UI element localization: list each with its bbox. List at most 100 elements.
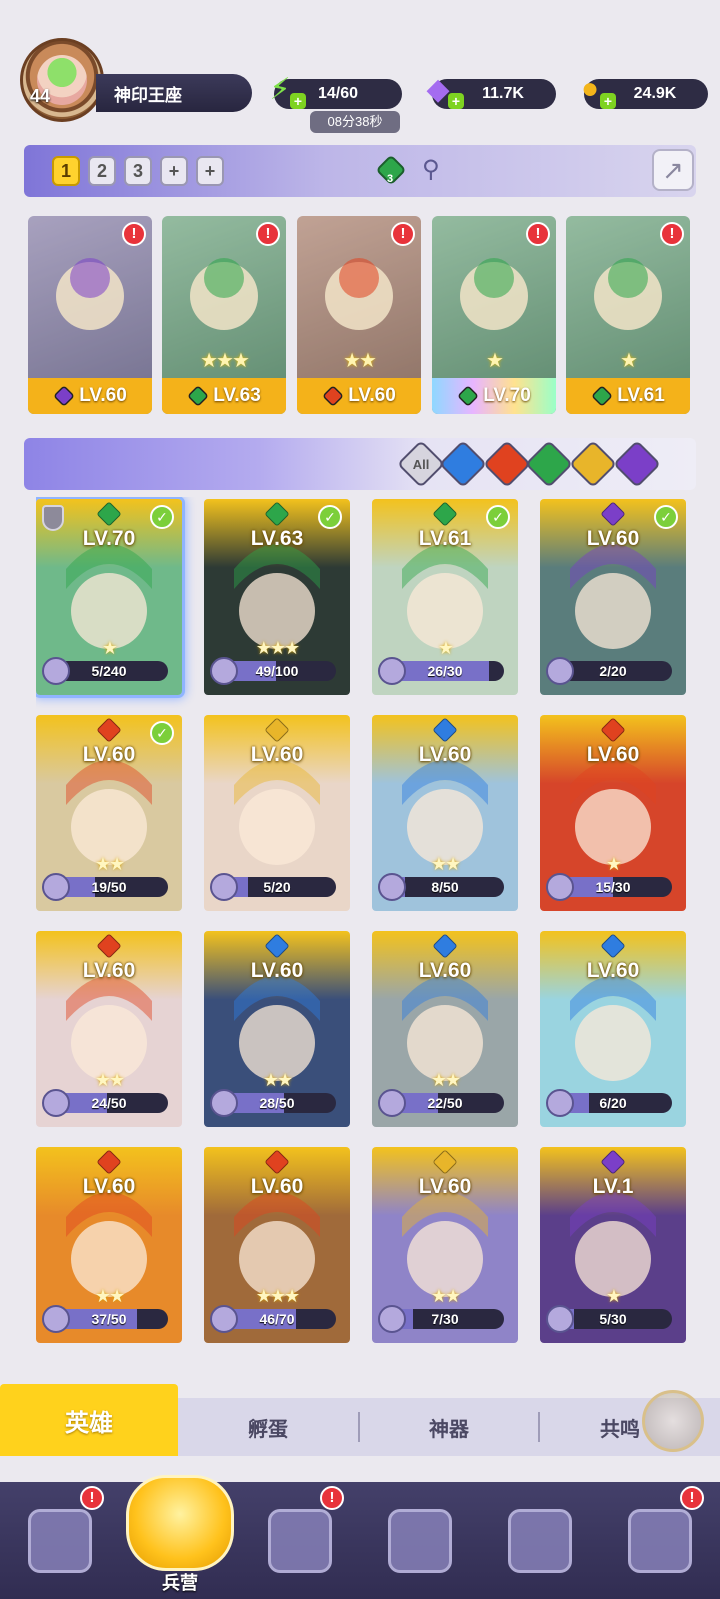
filter-label: [448, 449, 478, 479]
hero-level: LV.60: [82, 1175, 136, 1198]
team-slot[interactable]: ! ★ LV.70: [432, 216, 556, 414]
hero-card[interactable]: LV.60 ★ 15/30: [540, 715, 686, 911]
wind-element-icon[interactable]: [524, 439, 574, 489]
hero-card[interactable]: LV.60 ★★ 24/50: [36, 931, 182, 1127]
hero-level: LV.60: [250, 1175, 304, 1198]
player-level: 44: [30, 86, 51, 106]
floating-sparkle-button[interactable]: [642, 1390, 704, 1452]
hero-level: LV.60: [586, 959, 640, 982]
sub-tab-bar: 英雄 孵蛋 神器 共鸣: [0, 1384, 720, 1456]
hero-level: LV.60: [82, 743, 136, 766]
search-icon[interactable]: ⚲: [422, 155, 440, 184]
gems-counter[interactable]: ◆ + 11.7K: [426, 73, 556, 109]
hero-stars: ★: [437, 638, 454, 658]
nav-banner[interactable]: !: [600, 1482, 720, 1599]
hero-card[interactable]: ✓ LV.70 ★ 5/240: [36, 499, 182, 695]
top-bar: 44 神印王座 ⚡ + 14/60 08分38秒 ◆ + 11.7K ● + 2…: [0, 0, 720, 140]
slot-footer: LV.61: [566, 378, 690, 414]
alert-icon: !: [80, 1486, 104, 1510]
slot-level: LV.60: [79, 385, 127, 406]
fire-element-icon[interactable]: [482, 439, 532, 489]
hero-card[interactable]: LV.1 ★ 5/30: [540, 1147, 686, 1343]
wind-element-icon: [592, 386, 612, 406]
hero-stars: ★★: [94, 854, 125, 874]
add-gems-icon[interactable]: +: [448, 93, 464, 109]
hero-card[interactable]: LV.60 6/20: [540, 931, 686, 1127]
dark-element-icon: [54, 386, 74, 406]
team-tab-1[interactable]: 1: [52, 156, 80, 186]
team-slot[interactable]: ! ★ LV.61: [566, 216, 690, 414]
team-slot[interactable]: ! ★★★ LV.63: [162, 216, 286, 414]
nav-map[interactable]: !: [240, 1482, 360, 1599]
nav-castle[interactable]: [360, 1482, 480, 1599]
wind-element-icon: [458, 386, 478, 406]
filter-label: [492, 449, 522, 479]
add-gold-icon[interactable]: +: [600, 93, 616, 109]
hero-card[interactable]: LV.60 ★★ 28/50: [204, 931, 350, 1127]
team-element-count: 3: [387, 173, 394, 185]
energy-counter[interactable]: ⚡ + 14/60: [269, 73, 402, 109]
in-team-check-icon: ✓: [318, 505, 342, 529]
hero-level: LV.61: [418, 527, 472, 550]
all-filter-icon[interactable]: All: [396, 439, 446, 489]
hero-stars: ★★: [430, 1070, 461, 1090]
player-name: 神印王座: [114, 85, 182, 105]
team-slot[interactable]: ! ★★ LV.60: [297, 216, 421, 414]
hero-stars: ★: [605, 1286, 622, 1306]
hero-card[interactable]: LV.60 ★★ 7/30: [372, 1147, 518, 1343]
hero-grid: ✓ LV.70 ★ 5/240 ✓ LV.63 ★★★ 49/100 ✓ LV.61 ★ 26/30 ✓…: [36, 497, 690, 1359]
nav-barracks[interactable]: 兵营: [120, 1446, 240, 1599]
hero-stars: ★★: [94, 1286, 125, 1306]
hero-card[interactable]: ✓ LV.61 ★ 26/30: [372, 499, 518, 695]
alert-icon: !: [680, 1486, 704, 1510]
tab-artifacts[interactable]: 神器: [360, 1398, 538, 1456]
add-energy-icon[interactable]: +: [290, 93, 306, 109]
share-icon[interactable]: ↗: [652, 149, 694, 191]
team-add-button-2[interactable]: +: [196, 156, 224, 186]
slot-footer: LV.70: [432, 378, 556, 414]
hero-card[interactable]: LV.60 ★★ 22/50: [372, 931, 518, 1127]
nav-label: 兵营: [162, 1573, 198, 1593]
hero-card[interactable]: ✓ LV.60 2/20: [540, 499, 686, 695]
team-add-button-1[interactable]: +: [160, 156, 188, 186]
gold-counter[interactable]: ● + 24.9K: [581, 72, 708, 109]
team-tab-2[interactable]: 2: [88, 156, 116, 186]
hero-level: LV.63: [250, 527, 304, 550]
hero-card[interactable]: LV.60 ★★★ 46/70: [204, 1147, 350, 1343]
shard-icon: [42, 657, 70, 685]
hero-card[interactable]: LV.60 ★★ 37/50: [36, 1147, 182, 1343]
shard-icon: [546, 657, 574, 685]
shard-icon: [546, 1305, 574, 1333]
nav-mushroom[interactable]: [480, 1482, 600, 1599]
water-element-icon[interactable]: [438, 439, 488, 489]
shard-icon: [210, 1305, 238, 1333]
dark-element-icon[interactable]: [612, 439, 662, 489]
hero-card[interactable]: ✓ LV.63 ★★★ 49/100: [204, 499, 350, 695]
hero-card[interactable]: ✓ LV.60 ★★ 19/50: [36, 715, 182, 911]
hero-level: LV.60: [250, 743, 304, 766]
player-name-plate[interactable]: 神印王座: [96, 74, 252, 112]
team-selector-bar: 1 2 3 + + 3 ⚲ ↗: [24, 145, 696, 197]
gold-value: 24.9K: [633, 85, 677, 102]
team-slot[interactable]: ! LV.60: [28, 216, 152, 414]
team-tab-3[interactable]: 3: [124, 156, 152, 186]
alert-icon: !: [391, 222, 415, 246]
hero-level: LV.60: [586, 527, 640, 550]
in-team-check-icon: ✓: [150, 721, 174, 745]
shard-icon: [210, 873, 238, 901]
hero-card[interactable]: LV.60 ★★ 8/50: [372, 715, 518, 911]
alert-icon: !: [256, 222, 280, 246]
hero-stars: ★★: [94, 1070, 125, 1090]
hero-stars: ★: [605, 854, 622, 874]
banner-icon: [628, 1508, 692, 1573]
hero-stars: ★: [101, 638, 118, 658]
nav-cards[interactable]: !: [0, 1482, 120, 1599]
hero-card[interactable]: LV.60 5/20: [204, 715, 350, 911]
gems-value: 11.7K: [482, 85, 524, 102]
light-element-icon[interactable]: [568, 439, 618, 489]
player-avatar[interactable]: [20, 38, 104, 122]
hero-stars: ★: [486, 350, 504, 372]
hero-stars: ★★★: [255, 1286, 300, 1306]
hero-level: LV.60: [250, 959, 304, 982]
hero-level: LV.70: [82, 527, 136, 550]
